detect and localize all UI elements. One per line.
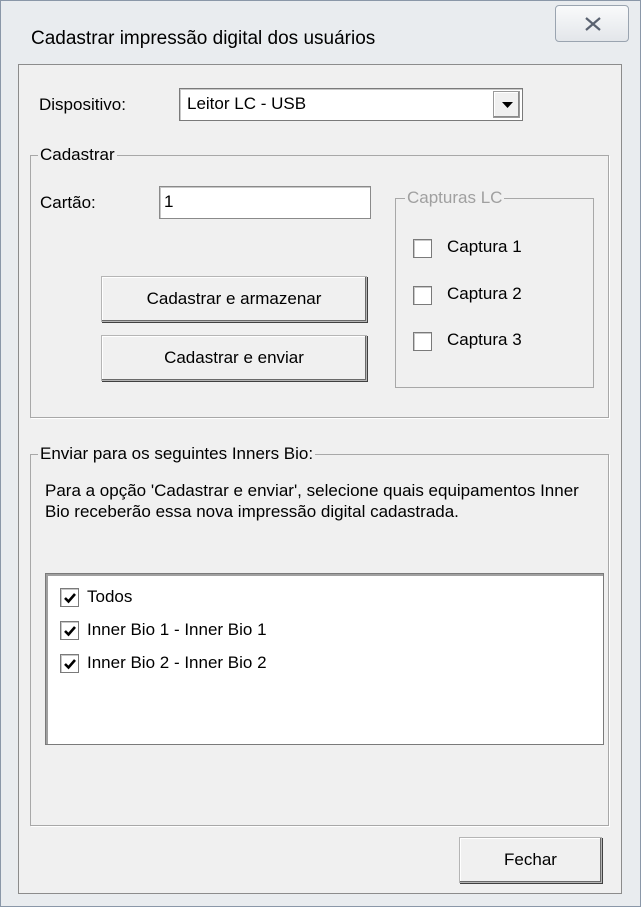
inner-bio-2-checkbox[interactable]	[60, 654, 79, 673]
register-store-label: Cadastrar e armazenar	[146, 289, 322, 308]
inner-bio-1-label: Inner Bio 1 - Inner Bio 1	[87, 620, 267, 639]
inner-bio-1-checkbox[interactable]	[60, 621, 79, 640]
inner-bio-list[interactable]: Todos Inner Bio 1 - Inner Bio 1 Inner Bi…	[45, 573, 604, 745]
capture-2-checkbox[interactable]	[413, 286, 432, 305]
register-send-label: Cadastrar e enviar	[164, 348, 304, 367]
window-title: Cadastrar impressão digital dos usuários	[31, 28, 376, 49]
capture-1-checkbox[interactable]	[413, 239, 432, 258]
close-button[interactable]: Fechar	[459, 837, 602, 883]
device-select[interactable]: Leitor LC - USB	[179, 88, 523, 121]
dialog-body: Dispositivo: Leitor LC - USB Cadastrar C…	[18, 64, 622, 894]
card-label: Cartão:	[40, 193, 96, 212]
inner-bio-2-label: Inner Bio 2 - Inner Bio 2	[87, 653, 267, 672]
close-window-button[interactable]	[555, 5, 629, 42]
register-send-button[interactable]: Cadastrar e enviar	[101, 335, 367, 381]
checkmark-icon	[64, 626, 76, 637]
register-store-button[interactable]: Cadastrar e armazenar	[101, 276, 367, 322]
dialog-window: Cadastrar impressão digital dos usuários…	[0, 0, 641, 907]
checkmark-icon	[64, 593, 76, 604]
device-label: Dispositivo:	[39, 95, 126, 114]
device-dropdown-button[interactable]	[493, 91, 520, 118]
register-group-title: Cadastrar	[38, 145, 117, 165]
card-input-value: 1	[164, 192, 174, 211]
todos-label: Todos	[87, 587, 133, 606]
send-description: Para a opção 'Cadastrar e enviar', selec…	[45, 481, 579, 521]
chevron-down-icon	[502, 102, 513, 108]
card-input[interactable]: 1	[159, 186, 371, 219]
todos-checkbox[interactable]	[60, 588, 79, 607]
close-button-label: Fechar	[504, 850, 557, 869]
captures-group-title: Capturas LC	[405, 188, 505, 208]
send-group-title: Enviar para os seguintes Inners Bio:	[38, 444, 316, 464]
captures-group: Capturas LC Captura 1 Captura 2 Captura …	[395, 188, 594, 388]
capture-3-checkbox[interactable]	[413, 332, 432, 351]
register-group: Cadastrar Cartão: 1 Cadastrar e armazena…	[30, 145, 609, 418]
checkmark-icon	[64, 659, 76, 670]
capture-1-label: Captura 1	[447, 237, 522, 256]
device-selected-value: Leitor LC - USB	[187, 94, 307, 113]
title-bar: Cadastrar impressão digital dos usuários	[1, 1, 640, 61]
capture-3-label: Captura 3	[447, 330, 522, 349]
capture-2-label: Captura 2	[447, 284, 522, 303]
close-icon	[585, 17, 601, 31]
